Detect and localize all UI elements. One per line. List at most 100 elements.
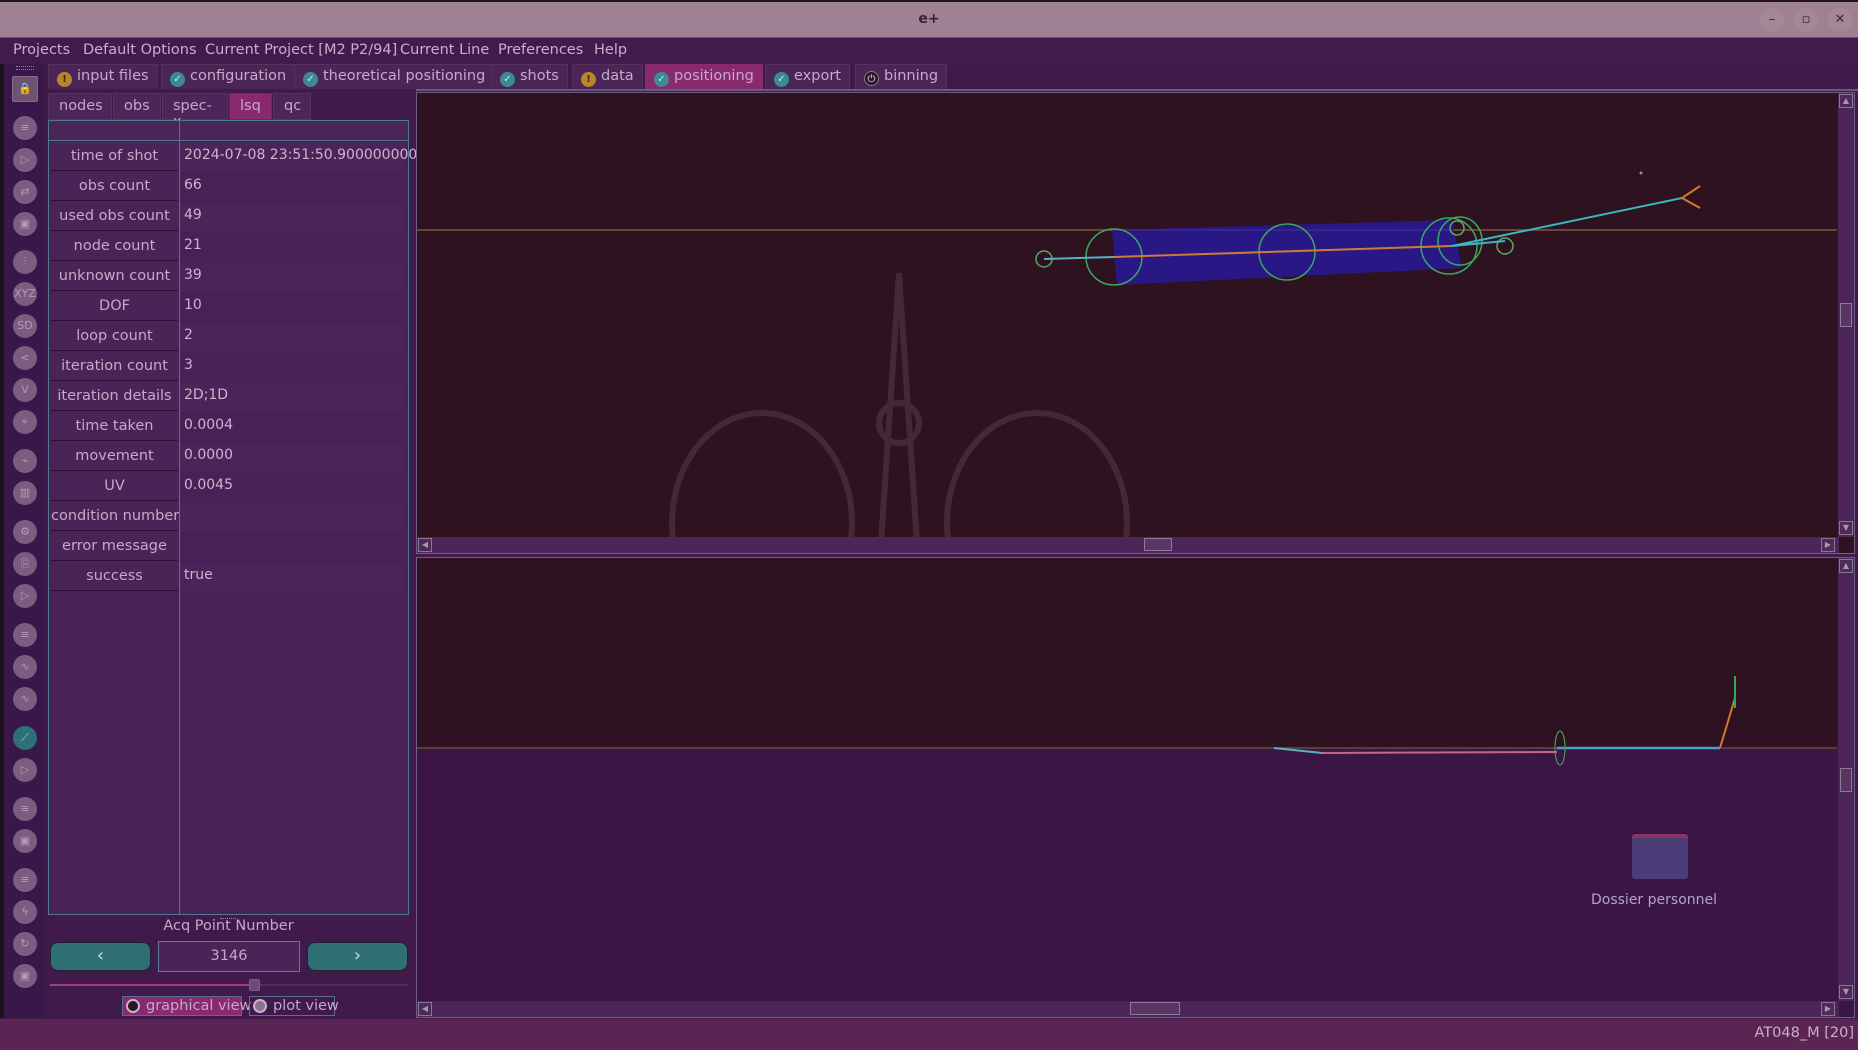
bottom-plot-view[interactable]: Dossier personnel ▲ ▼ ◀ ▶ <box>416 557 1855 1018</box>
row-value[interactable]: 39 <box>180 263 405 291</box>
next-acq-button[interactable]: › <box>307 942 408 971</box>
menu-help[interactable]: Help <box>594 42 627 58</box>
map-pin-icon[interactable]: ⌖ <box>13 410 37 434</box>
row-value[interactable]: 0.0000 <box>180 443 405 471</box>
lightning-icon[interactable]: ϟ <box>13 900 37 924</box>
scroll-right-button[interactable]: ▶ <box>1821 1002 1835 1016</box>
scroll-left-button[interactable]: ◀ <box>418 538 432 552</box>
tab-binning[interactable]: ⏻ binning <box>855 64 948 89</box>
triangle-network-icon[interactable]: V <box>13 378 37 402</box>
scroll-up-button[interactable]: ▲ <box>1839 559 1853 573</box>
subtab-lsq[interactable]: lsq <box>229 93 272 120</box>
tab-data[interactable]: ! data <box>572 64 643 89</box>
subtab-obs[interactable]: obs <box>113 93 161 120</box>
scroll-thumb[interactable] <box>1840 768 1852 792</box>
row-value[interactable]: 2D;1D <box>180 383 405 411</box>
save-icon[interactable]: ▣ <box>13 212 37 236</box>
menu-current-project[interactable]: Current Project [M2 P2/94] <box>205 42 397 58</box>
plot-view-radio[interactable]: plot view <box>249 996 339 1016</box>
table-row[interactable]: movement 0.0000 <box>49 442 408 472</box>
menu-current-line[interactable]: Current Line <box>400 42 489 58</box>
row-value[interactable]: true <box>180 563 405 591</box>
sensor-array-icon[interactable]: ⫶ <box>13 250 37 274</box>
share-network-icon[interactable]: < <box>13 346 37 370</box>
xyz-icon[interactable]: XYZ <box>13 282 37 306</box>
bottom-vertical-scrollbar[interactable]: ▲ ▼ <box>1838 558 1854 1001</box>
table-row[interactable]: error message <box>49 532 408 562</box>
row-value[interactable]: 49 <box>180 203 405 231</box>
document-icon[interactable]: ≡ <box>13 623 37 647</box>
subtab-spec-x[interactable]: spec-x <box>162 93 228 130</box>
scroll-left-button[interactable]: ◀ <box>418 1002 432 1016</box>
table-row[interactable]: condition number <box>49 502 408 532</box>
sd-icon[interactable]: SD <box>13 314 37 338</box>
top-plot-view[interactable]: ▲ ▼ ◀ ▶ <box>416 92 1855 554</box>
table-row[interactable]: obs count 66 <box>49 172 408 202</box>
tab-positioning[interactable]: ✓ positioning <box>645 64 763 89</box>
table-row[interactable]: node count 21 <box>49 232 408 262</box>
row-value[interactable]: 21 <box>180 233 405 261</box>
row-value[interactable]: 3 <box>180 353 405 381</box>
bottom-horizontal-scrollbar[interactable]: ◀ ▶ <box>417 1001 1839 1017</box>
table-row[interactable]: unknown count 39 <box>49 262 408 292</box>
row-value[interactable]: 66 <box>180 173 405 201</box>
play-icon[interactable]: ▷ <box>13 148 37 172</box>
acq-point-input[interactable]: 3146 <box>158 941 300 972</box>
toolbar-grip[interactable] <box>16 66 34 70</box>
table-row[interactable]: UV 0.0045 <box>49 472 408 502</box>
subtab-qc[interactable]: qc <box>273 93 311 120</box>
table-row[interactable]: iteration details 2D;1D <box>49 382 408 412</box>
row-value[interactable] <box>180 533 405 561</box>
slider-handle[interactable] <box>249 979 261 991</box>
table-row[interactable]: time of shot 2024-07-08 23:51:50.90000000… <box>49 142 417 172</box>
video-icon[interactable]: ▷ <box>13 584 37 608</box>
acq-slider[interactable] <box>50 979 408 991</box>
tab-shots[interactable]: ✓ shots <box>491 64 568 89</box>
row-value[interactable] <box>180 503 405 531</box>
video-alt-icon[interactable]: ▷ <box>13 758 37 782</box>
table-row[interactable]: iteration count 3 <box>49 352 408 382</box>
lock-icon[interactable]: 🔒 <box>12 76 38 102</box>
document-alt-icon[interactable]: ≡ <box>13 797 37 821</box>
refresh-icon[interactable]: ↻ <box>13 932 37 956</box>
graphical-view-radio[interactable]: graphical view <box>122 996 251 1016</box>
cable-icon[interactable]: ⌁ <box>13 449 37 473</box>
file-icon[interactable]: ≡ <box>13 116 37 140</box>
waveform-alt-icon[interactable]: ∿ <box>13 687 37 711</box>
table-row[interactable]: used obs count 49 <box>49 202 408 232</box>
home-folder-icon[interactable] <box>1632 834 1688 879</box>
menu-default-options[interactable]: Default Options <box>83 42 197 58</box>
row-value[interactable]: 2024-07-08 23:51:50.900000000 <box>180 143 417 171</box>
scroll-down-button[interactable]: ▼ <box>1839 521 1853 535</box>
table-row[interactable]: DOF 10 <box>49 292 408 322</box>
row-value[interactable]: 0.0004 <box>180 413 405 441</box>
tab-theoretical-positioning[interactable]: ✓ theoretical positioning <box>294 64 495 89</box>
row-value[interactable]: 2 <box>180 323 405 351</box>
top-vertical-scrollbar[interactable]: ▲ ▼ <box>1838 93 1854 537</box>
positioning-icon[interactable]: ⟋ <box>13 726 37 750</box>
save-final-icon[interactable]: ▣ <box>13 964 37 988</box>
menu-projects[interactable]: Projects <box>13 42 70 58</box>
scroll-thumb[interactable] <box>1130 1002 1180 1015</box>
table-row[interactable]: loop count 2 <box>49 322 408 352</box>
row-value[interactable]: 0.0045 <box>180 473 405 501</box>
scroll-thumb[interactable] <box>1144 538 1172 551</box>
row-value[interactable]: 10 <box>180 293 405 321</box>
scroll-thumb[interactable] <box>1840 303 1852 327</box>
scroll-up-button[interactable]: ▲ <box>1839 94 1853 108</box>
swap-icon[interactable]: ⇄ <box>13 180 37 204</box>
usb-icon[interactable]: ⎘ <box>13 552 37 576</box>
subtab-nodes[interactable]: nodes <box>48 93 112 120</box>
tab-export[interactable]: ✓ export <box>765 64 850 89</box>
scroll-right-button[interactable]: ▶ <box>1821 538 1835 552</box>
menu-preferences[interactable]: Preferences <box>498 42 583 58</box>
plan-view-canvas[interactable] <box>417 93 1854 553</box>
waveform-icon[interactable]: ∿ <box>13 655 37 679</box>
minimize-button[interactable]: – <box>1760 8 1784 32</box>
prev-acq-button[interactable]: ‹ <box>50 942 151 971</box>
close-button[interactable]: ✕ <box>1828 8 1852 32</box>
section-view-canvas[interactable] <box>417 558 1854 1017</box>
tab-configuration[interactable]: ✓ configuration <box>161 64 296 89</box>
table-row[interactable]: time taken 0.0004 <box>49 412 408 442</box>
home-folder-label[interactable]: Dossier personnel <box>1591 892 1717 908</box>
